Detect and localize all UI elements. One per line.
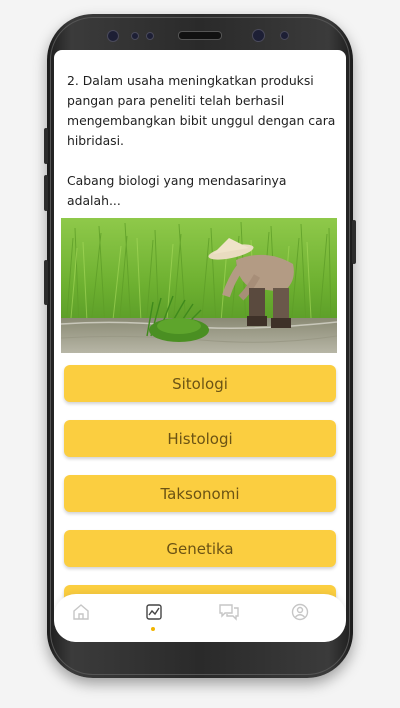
question-line: hibridasi. [67, 133, 124, 148]
iris-scanner-icon [252, 29, 265, 42]
power-button [352, 220, 356, 264]
question-line: 2. Dalam usaha meningkatkan produksi [67, 73, 314, 88]
proximity-sensor-icon [280, 31, 289, 40]
answer-option-sitologi[interactable]: Sitologi [64, 365, 336, 402]
user-icon[interactable] [290, 602, 310, 622]
question-text: 2. Dalam usaha meningkatkan produksi pan… [67, 71, 339, 211]
volume-up-button [44, 128, 48, 164]
question-line: pangan para peneliti telah berhasil [67, 93, 285, 108]
answer-option-taksonomi[interactable]: Taksonomi [64, 475, 336, 512]
question-line: mengembangkan bibit unggul dengan cara [67, 113, 336, 128]
question-prompt-line: adalah... [67, 193, 121, 208]
earpiece-speaker [178, 31, 222, 40]
question-prompt-line: Cabang biologi yang mendasarinya [67, 173, 287, 188]
sensor-icon [146, 32, 154, 40]
volume-down-button [44, 175, 48, 211]
bixby-button [44, 260, 48, 305]
sensor-icon [131, 32, 139, 40]
home-icon[interactable] [71, 602, 91, 622]
answer-options: Sitologi Histologi Taksonomi Genetika [64, 365, 336, 623]
answer-option-histologi[interactable]: Histologi [64, 420, 336, 457]
rice-field-farmer-photo [61, 218, 337, 353]
chat-icon[interactable] [218, 602, 239, 622]
app-screen: 2. Dalam usaha meningkatkan produksi pan… [54, 50, 346, 642]
front-camera-icon [107, 30, 119, 42]
bottom-navigation [54, 594, 346, 642]
chart-icon[interactable] [144, 602, 164, 622]
active-tab-indicator [151, 627, 155, 631]
answer-option-genetika[interactable]: Genetika [64, 530, 336, 567]
